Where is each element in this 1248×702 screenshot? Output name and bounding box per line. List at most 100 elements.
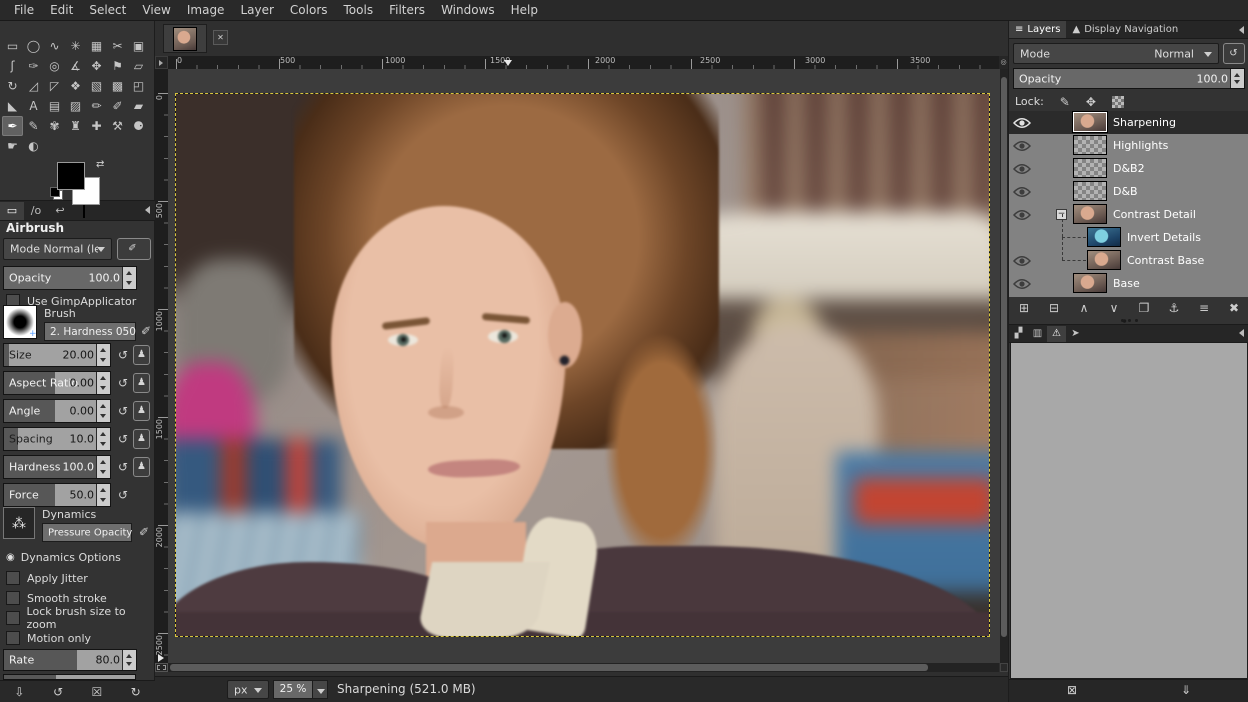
link-hardness-button[interactable]: ♟ [133, 457, 150, 477]
tab-error-console[interactable]: ⚠ [1047, 326, 1066, 342]
layer-thumbnail[interactable] [1073, 135, 1107, 155]
mode-group-switch-button[interactable]: ↺ [1223, 43, 1245, 64]
aspect-spin-buttons[interactable] [96, 372, 110, 394]
merge-down-button[interactable]: ≡ [1192, 301, 1216, 315]
layer-row-db2[interactable]: D&B2 [1009, 157, 1248, 180]
tool-smudge-icon[interactable]: ☛ [2, 136, 23, 156]
dynamics-select-box[interactable]: Pressure Opacity [42, 523, 132, 542]
save-tool-preset-button[interactable]: ⇩ [9, 685, 29, 699]
dock-menu-arrow-icon[interactable] [145, 206, 150, 214]
vertical-scrollbar[interactable] [1000, 69, 1008, 663]
layer-thumbnail[interactable] [1073, 181, 1107, 201]
vertical-ruler[interactable]: 0 500 1000 1500 2000 2500 [155, 69, 169, 663]
link-spacing-button[interactable]: ♟ [133, 429, 150, 449]
tool-clone-stamp-icon[interactable]: ♜ [65, 116, 86, 136]
dynamics-options-expander[interactable]: ◉ Dynamics Options [6, 551, 121, 564]
visibility-eye-icon[interactable] [1013, 160, 1037, 177]
layer-thumbnail[interactable] [1087, 227, 1121, 247]
reset-angle-button[interactable]: ↺ [115, 403, 131, 419]
clear-errors-button[interactable]: ⊠ [1067, 683, 1077, 697]
tool-paint-select-icon[interactable]: ✾ [44, 116, 65, 136]
tool-paintbrush-icon[interactable]: ✐ [107, 96, 128, 116]
layer-row-db[interactable]: D&B [1009, 180, 1248, 203]
quick-mask-toggle[interactable] [155, 663, 168, 672]
tool-eraser-icon[interactable]: ▰ [128, 96, 149, 116]
dock-menu-arrow-icon[interactable] [1239, 329, 1244, 337]
layer-opacity-slider[interactable]: Opacity 100.0 [1013, 68, 1245, 89]
tab-layers[interactable]: ≡ Layers [1009, 21, 1066, 38]
menu-select[interactable]: Select [81, 0, 134, 20]
foreground-color-swatch[interactable] [57, 162, 85, 190]
tool-airbrush-icon[interactable]: ✒ [2, 116, 23, 136]
layer-row-base[interactable]: Base [1009, 272, 1248, 295]
tool-shear-icon[interactable]: ◿ [23, 76, 44, 96]
tab-display-navigation[interactable]: ▲ Display Navigation [1066, 21, 1184, 38]
lock-alpha-icon[interactable] [1112, 96, 1124, 108]
zoom-dropdown-button[interactable] [312, 680, 328, 699]
layer-mode-combo[interactable]: Mode Normal [1013, 43, 1219, 64]
link-angle-button[interactable]: ♟ [133, 401, 150, 421]
tool-color-picker-icon[interactable]: ✑ [23, 56, 44, 76]
ruler-corner-menu-button[interactable] [155, 56, 168, 69]
tool-heal-icon[interactable]: ✚ [86, 116, 107, 136]
zoom-follow-window-button[interactable]: ◎ [999, 56, 1008, 69]
lock-position-icon[interactable]: ✥ [1086, 95, 1096, 109]
navigation-preview-button[interactable] [1000, 663, 1008, 672]
layer-row-sharpening[interactable]: Sharpening [1009, 111, 1248, 134]
dock-menu-arrow-icon[interactable] [1239, 26, 1244, 34]
visibility-eye-icon[interactable] [1013, 114, 1037, 131]
tool-align-icon[interactable]: ⚑ [107, 56, 128, 76]
tool-rotate-icon[interactable]: ↻ [2, 76, 23, 96]
aspect-ratio-slider[interactable]: Aspect Ratio 0.00 [3, 371, 111, 395]
tool-blur-sharpen-icon[interactable]: ⚈ [128, 116, 149, 136]
tool-perspective-icon[interactable]: ◸ [44, 76, 65, 96]
tab-selection-editor[interactable]: ➤ [1066, 326, 1085, 342]
tool-opacity-slider[interactable]: Opacity 100.0 [3, 266, 137, 290]
canvas-image[interactable] [175, 93, 990, 637]
swap-colors-icon[interactable]: ⇄ [96, 159, 110, 171]
tab-histogram[interactable]: ▞ [1009, 326, 1028, 342]
image-tab[interactable] [163, 24, 207, 53]
tool-ink-icon[interactable]: ✎ [23, 116, 44, 136]
smooth-stroke-checkbox[interactable]: Smooth stroke [6, 591, 107, 605]
layer-thumbnail[interactable] [1073, 158, 1107, 178]
tool-3d-transform-icon[interactable]: ▧ [86, 76, 107, 96]
tool-perspective-clone-icon[interactable]: ⚒ [107, 116, 128, 136]
angle-slider[interactable]: Angle 0.00 [3, 399, 111, 423]
layer-thumbnail[interactable] [1073, 112, 1107, 132]
layer-row-contrast-base[interactable]: Contrast Base [1009, 249, 1248, 272]
tool-bucket-fill-icon[interactable]: ◣ [2, 96, 23, 116]
visibility-eye-icon[interactable] [1013, 183, 1037, 200]
angle-spin-buttons[interactable] [96, 400, 110, 422]
size-spin-buttons[interactable] [96, 344, 110, 366]
hardness-slider[interactable]: Hardness 100.0 [3, 455, 111, 479]
tool-unified-transform-icon[interactable]: ❖ [65, 76, 86, 96]
menu-tools[interactable]: Tools [336, 0, 382, 20]
layer-thumbnail[interactable] [1073, 273, 1107, 293]
horizontal-scrollbar-thumb[interactable] [170, 664, 928, 671]
menu-help[interactable]: Help [503, 0, 546, 20]
edit-brush-button[interactable]: ✐ [138, 323, 154, 339]
tab-device-status[interactable]: ∕o [24, 202, 48, 220]
layer-row-contrast-detail[interactable]: − Contrast Detail [1009, 203, 1248, 226]
tab-pointer[interactable]: ▥ [1028, 326, 1047, 342]
horizontal-scrollbar[interactable] [168, 663, 999, 672]
tool-foreground-select-icon[interactable]: ▣ [128, 36, 149, 56]
visibility-eye-icon[interactable] [1013, 252, 1037, 269]
menu-colors[interactable]: Colors [282, 0, 336, 20]
motion-only-checkbox[interactable]: Motion only [6, 631, 91, 645]
opacity-spin-buttons[interactable] [122, 267, 136, 289]
reset-size-button[interactable]: ↺ [115, 347, 131, 363]
restore-tool-preset-button[interactable]: ↺ [48, 685, 68, 699]
menu-layer[interactable]: Layer [232, 0, 281, 20]
tool-zoom-icon[interactable]: ◎ [44, 56, 65, 76]
close-image-icon[interactable]: ✕ [213, 30, 228, 45]
layer-thumbnail[interactable] [1087, 250, 1121, 270]
tool-gradient-icon[interactable]: ▤ [44, 96, 65, 116]
tool-paths-icon[interactable]: ʃ [2, 56, 23, 76]
anchor-layer-button[interactable]: ⚓ [1162, 301, 1186, 315]
save-log-button[interactable]: ⇓ [1181, 683, 1191, 697]
layer-thumbnail[interactable] [1073, 204, 1107, 224]
reset-spacing-button[interactable]: ↺ [115, 431, 131, 447]
tool-ellipse-select-icon[interactable]: ◯ [23, 36, 44, 56]
